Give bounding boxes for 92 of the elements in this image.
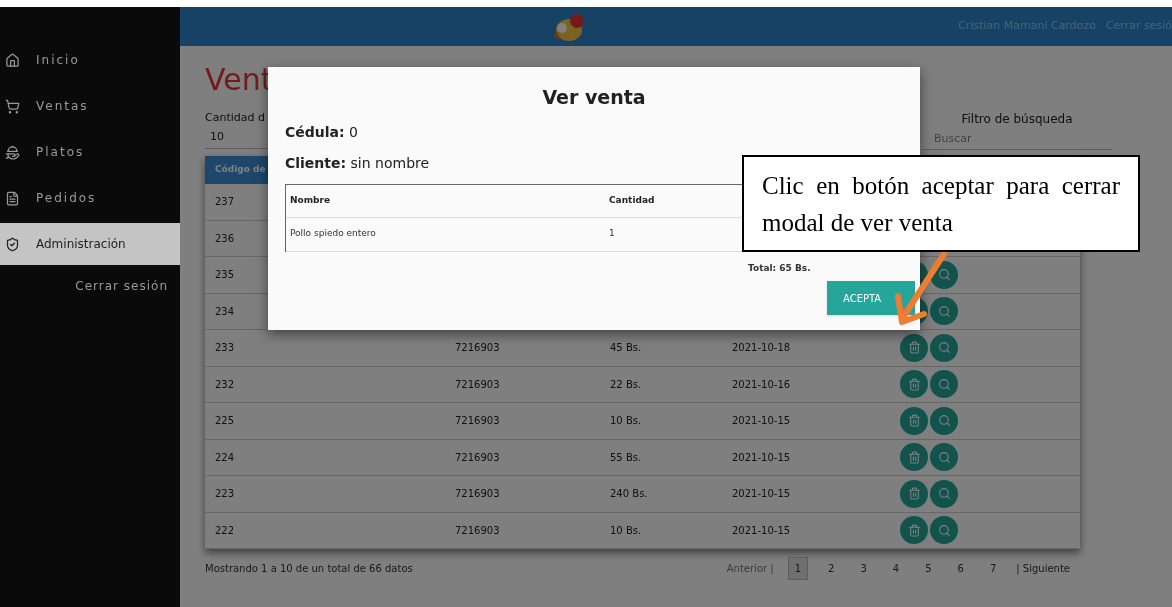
table-cell: 236 [215,232,235,244]
table-cell: 235 [215,269,235,281]
view-button[interactable] [930,297,958,326]
table-cell: 232 [215,378,235,390]
view-button[interactable] [930,443,958,472]
modal-title: Ver venta [542,85,646,110]
search-icon [937,450,951,464]
search-icon [937,377,951,391]
page-size-label: Cantidad d [205,110,266,126]
delete-button[interactable] [900,370,928,399]
page-link[interactable]: 2 [822,558,841,579]
view-button[interactable] [930,406,958,435]
trash-icon [907,523,921,537]
table-cell: 45 Bs. [610,342,642,354]
table-cell: 1 [609,227,615,241]
page-title: Vent [205,61,273,99]
delete-button[interactable] [900,516,928,545]
client-text: Cliente: sin nombre [285,153,431,173]
page-link[interactable]: 6 [951,558,970,579]
table-cell: 2021-10-18 [732,342,791,354]
search-icon [937,304,951,318]
total-text: Total: 65 Bs. [748,261,812,275]
sidebar-item[interactable]: Inicio [0,39,180,81]
trash-icon [907,377,921,391]
next-link[interactable]: | Siguiente [1016,561,1070,576]
page-link[interactable]: 7 [983,558,1003,579]
delete-button[interactable] [900,479,928,508]
search-icon [937,414,951,428]
page-link[interactable]: 3 [854,558,873,579]
view-button[interactable] [930,479,958,508]
cart-icon [5,98,20,114]
table-cell: 240 Bs. [610,488,648,500]
table-cell: 10 Bs. [610,415,642,427]
table-cell: 2021-10-16 [732,378,791,390]
column-header: Cantidad [609,193,655,207]
view-button[interactable] [930,370,958,399]
search-icon [937,341,951,355]
table-cell: 7216903 [455,451,500,463]
sidebar-item[interactable]: Platos [0,131,180,173]
table-cell: 222 [215,524,235,536]
table-cell-text: Pollo spiedo entero [289,227,377,241]
table-cell: 225 [215,415,235,427]
delete-button[interactable] [900,333,928,362]
delete-button[interactable] [900,443,928,472]
home-icon [5,52,20,68]
delete-button[interactable] [900,406,928,435]
table-cell: 2021-10-15 [732,415,791,427]
sidebar-item[interactable]: Pedidos [0,177,180,219]
trash-icon [907,341,921,355]
table-cell: 233 [215,342,235,354]
table-cell: 2021-10-15 [732,488,791,500]
column-header: Código de [214,163,266,177]
table-cell: 7216903 [455,524,500,536]
search-icon [937,523,951,537]
table-cell: 2021-10-15 [732,524,791,536]
table-cell: 10 Bs. [610,524,642,536]
column-header: Nombre [289,193,332,207]
logout-link[interactable]: Cerrar sesión [75,277,168,295]
view-button[interactable] [930,333,958,362]
table-cell: 55 Bs. [610,451,642,463]
table-cell: 2021-10-15 [732,451,791,463]
results-summary: Mostrando 1 a 10 de un total de 66 datos [205,562,413,576]
table-cell: 7216903 [455,488,500,500]
trash-icon [907,487,921,501]
previous-link[interactable]: Anterior | [726,561,774,576]
table-cell: 22 Bs. [610,378,642,390]
search-icon [937,268,951,282]
table-cell: 7216903 [455,378,500,390]
page-link[interactable]: 1 [787,557,809,580]
id-number-text: Cédula: 0 [285,122,359,142]
document-icon [5,190,20,206]
page-link[interactable]: 4 [886,558,906,579]
search-icon [937,487,951,501]
filter-label: Filtro de búsqueda [961,111,1073,128]
table-cell: 7216903 [455,342,500,354]
table-cell: 237 [215,196,235,208]
platter-icon [5,144,20,160]
sidebar-item[interactable]: Ventas [0,85,180,127]
trash-icon [907,450,921,464]
page-link[interactable]: 5 [919,558,938,579]
trash-icon [907,414,921,428]
table-cell: 223 [215,488,235,500]
table-cell: 234 [215,305,235,317]
shield-icon [5,236,20,252]
search-field[interactable]: Buscar [922,128,1112,150]
table-cell: 7216903 [455,415,500,427]
sidebar-item[interactable]: Administración [0,223,180,265]
annotation-callout: Clic en botón aceptar para cerrar modal de ver venta [742,155,1140,252]
arrow-icon [894,252,950,328]
view-button[interactable] [930,516,958,545]
table-cell: 224 [215,451,235,463]
accept-button[interactable]: ACEPTA [827,281,915,315]
